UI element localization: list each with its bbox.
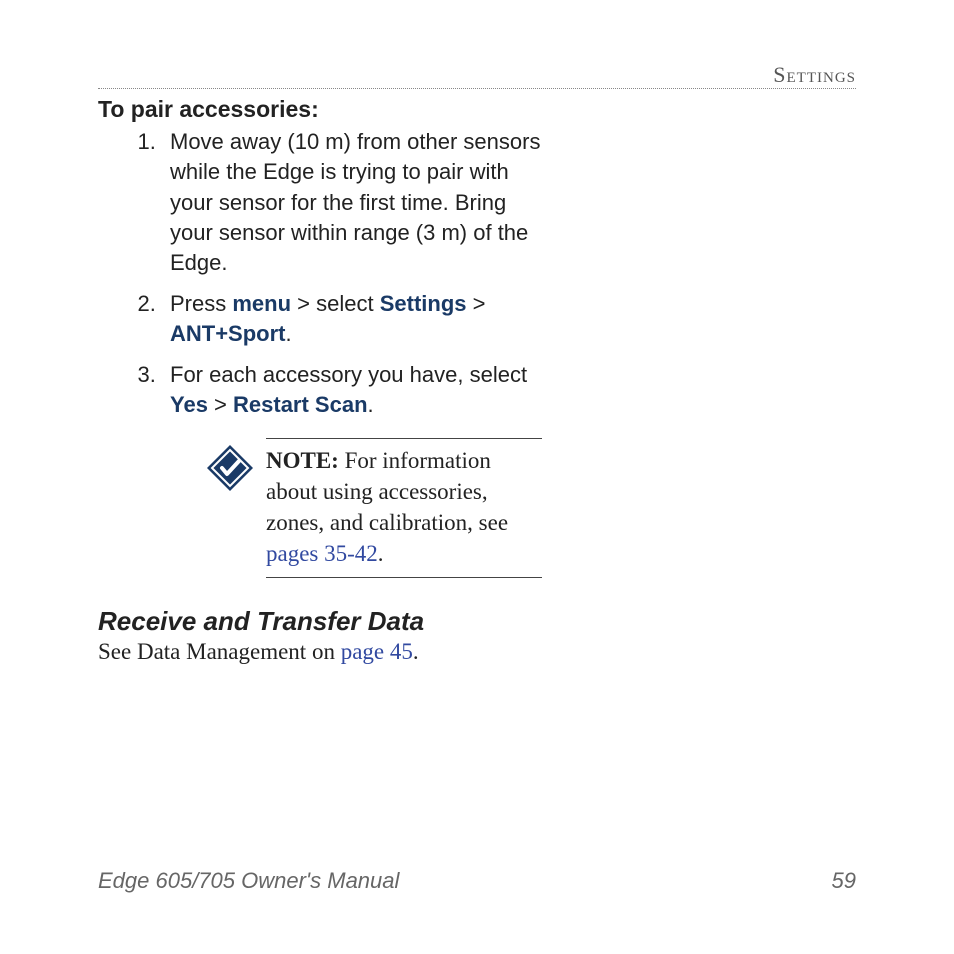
note-text: NOTE: For information about using access…: [266, 438, 542, 578]
ui-yes: Yes: [170, 392, 208, 417]
step3-suffix: .: [368, 392, 374, 417]
ui-menu: menu: [232, 291, 291, 316]
step-1: Move away (10 m) from other sensors whil…: [162, 127, 542, 279]
note-icon-wrap: [206, 438, 266, 492]
ui-settings: Settings: [380, 291, 467, 316]
pair-steps: Move away (10 m) from other sensors whil…: [98, 127, 542, 420]
note-suffix: .: [378, 541, 384, 566]
step2-prefix: Press: [170, 291, 232, 316]
ui-ant-sport: ANT+Sport: [170, 321, 286, 346]
receive-heading: Receive and Transfer Data: [98, 606, 856, 637]
footer-manual-title: Edge 605/705 Owner's Manual: [98, 868, 399, 894]
checkmark-diamond-icon: [206, 444, 254, 492]
footer: Edge 605/705 Owner's Manual 59: [98, 868, 856, 894]
pair-title: To pair accessories:: [98, 96, 856, 123]
manual-page: Settings To pair accessories: Move away …: [0, 0, 954, 954]
step-3: For each accessory you have, select Yes …: [162, 360, 542, 421]
page-45-link[interactable]: page 45: [341, 639, 413, 664]
step3-prefix: For each accessory you have, select: [170, 362, 527, 387]
note-label: NOTE:: [266, 448, 339, 473]
step2-mid1: > select: [291, 291, 380, 316]
step2-suffix: .: [286, 321, 292, 346]
header-divider: [98, 88, 856, 89]
note-block: NOTE: For information about using access…: [206, 438, 542, 578]
note-pages-link[interactable]: pages 35-42: [266, 541, 378, 566]
ui-restart-scan: Restart Scan: [233, 392, 368, 417]
step2-mid2: >: [467, 291, 486, 316]
step3-mid: >: [208, 392, 233, 417]
step-2: Press menu > select Settings > ANT+Sport…: [162, 289, 542, 350]
receive-prefix: See Data Management on: [98, 639, 341, 664]
receive-line: See Data Management on page 45.: [98, 639, 856, 665]
content-area: To pair accessories: Move away (10 m) fr…: [98, 96, 856, 854]
receive-suffix: .: [413, 639, 419, 664]
footer-page-number: 59: [832, 868, 856, 894]
section-header: Settings: [773, 62, 856, 88]
